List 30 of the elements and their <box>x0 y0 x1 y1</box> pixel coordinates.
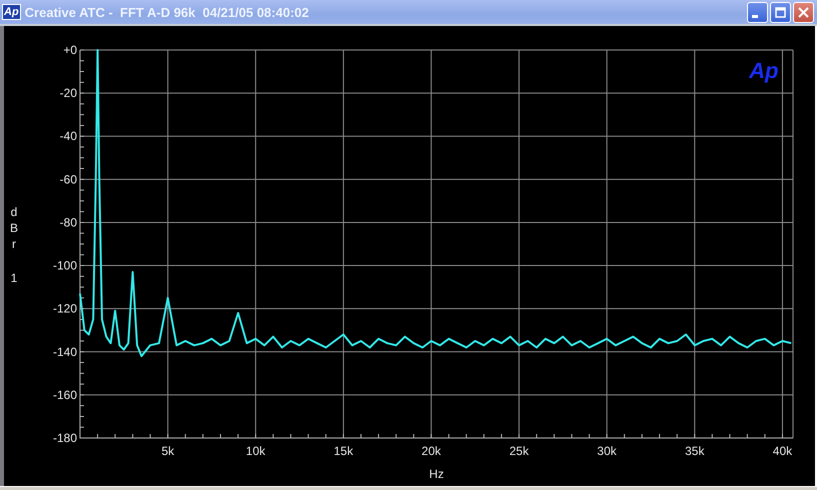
close-button[interactable] <box>793 2 814 22</box>
channel-label: 1 <box>10 271 18 285</box>
window-title: Creative ATC - FFT A-D 96k 04/21/05 08:40:02 <box>24 4 310 20</box>
minimize-icon <box>752 14 758 18</box>
x-tick-label: 40k <box>772 444 792 458</box>
x-tick-label: 25k <box>509 444 529 458</box>
x-tick-label: 35k <box>684 444 704 458</box>
maximize-button[interactable] <box>770 2 791 22</box>
y-tick-label: -160 <box>52 388 77 402</box>
y-tick-label: -120 <box>52 302 77 316</box>
y-tick-label: -80 <box>60 215 77 230</box>
x-tick-label: 30k <box>597 444 617 458</box>
maximize-icon <box>775 6 786 18</box>
y-tick-label: -60 <box>60 172 77 186</box>
y-tick-label: -140 <box>52 344 77 359</box>
logo-text: Ap <box>749 58 778 83</box>
x-tick-label: 5k <box>161 444 174 458</box>
close-icon <box>798 6 809 18</box>
y-tick-label: -20 <box>60 86 77 100</box>
minimize-button[interactable] <box>747 2 768 22</box>
x-tick-label: 20k <box>422 444 441 458</box>
y-tick-label: +0 <box>63 43 77 57</box>
x-tick-label: 10k <box>246 444 266 458</box>
y-axis-title: dBr <box>10 205 18 251</box>
x-axis-title: Hz <box>429 467 444 481</box>
y-tick-label: -40 <box>60 129 77 144</box>
y-tick-label: -180 <box>52 431 77 445</box>
x-tick-label: 15k <box>334 444 354 458</box>
app-icon: Ap <box>2 4 21 20</box>
y-tick-label: -100 <box>52 258 77 273</box>
